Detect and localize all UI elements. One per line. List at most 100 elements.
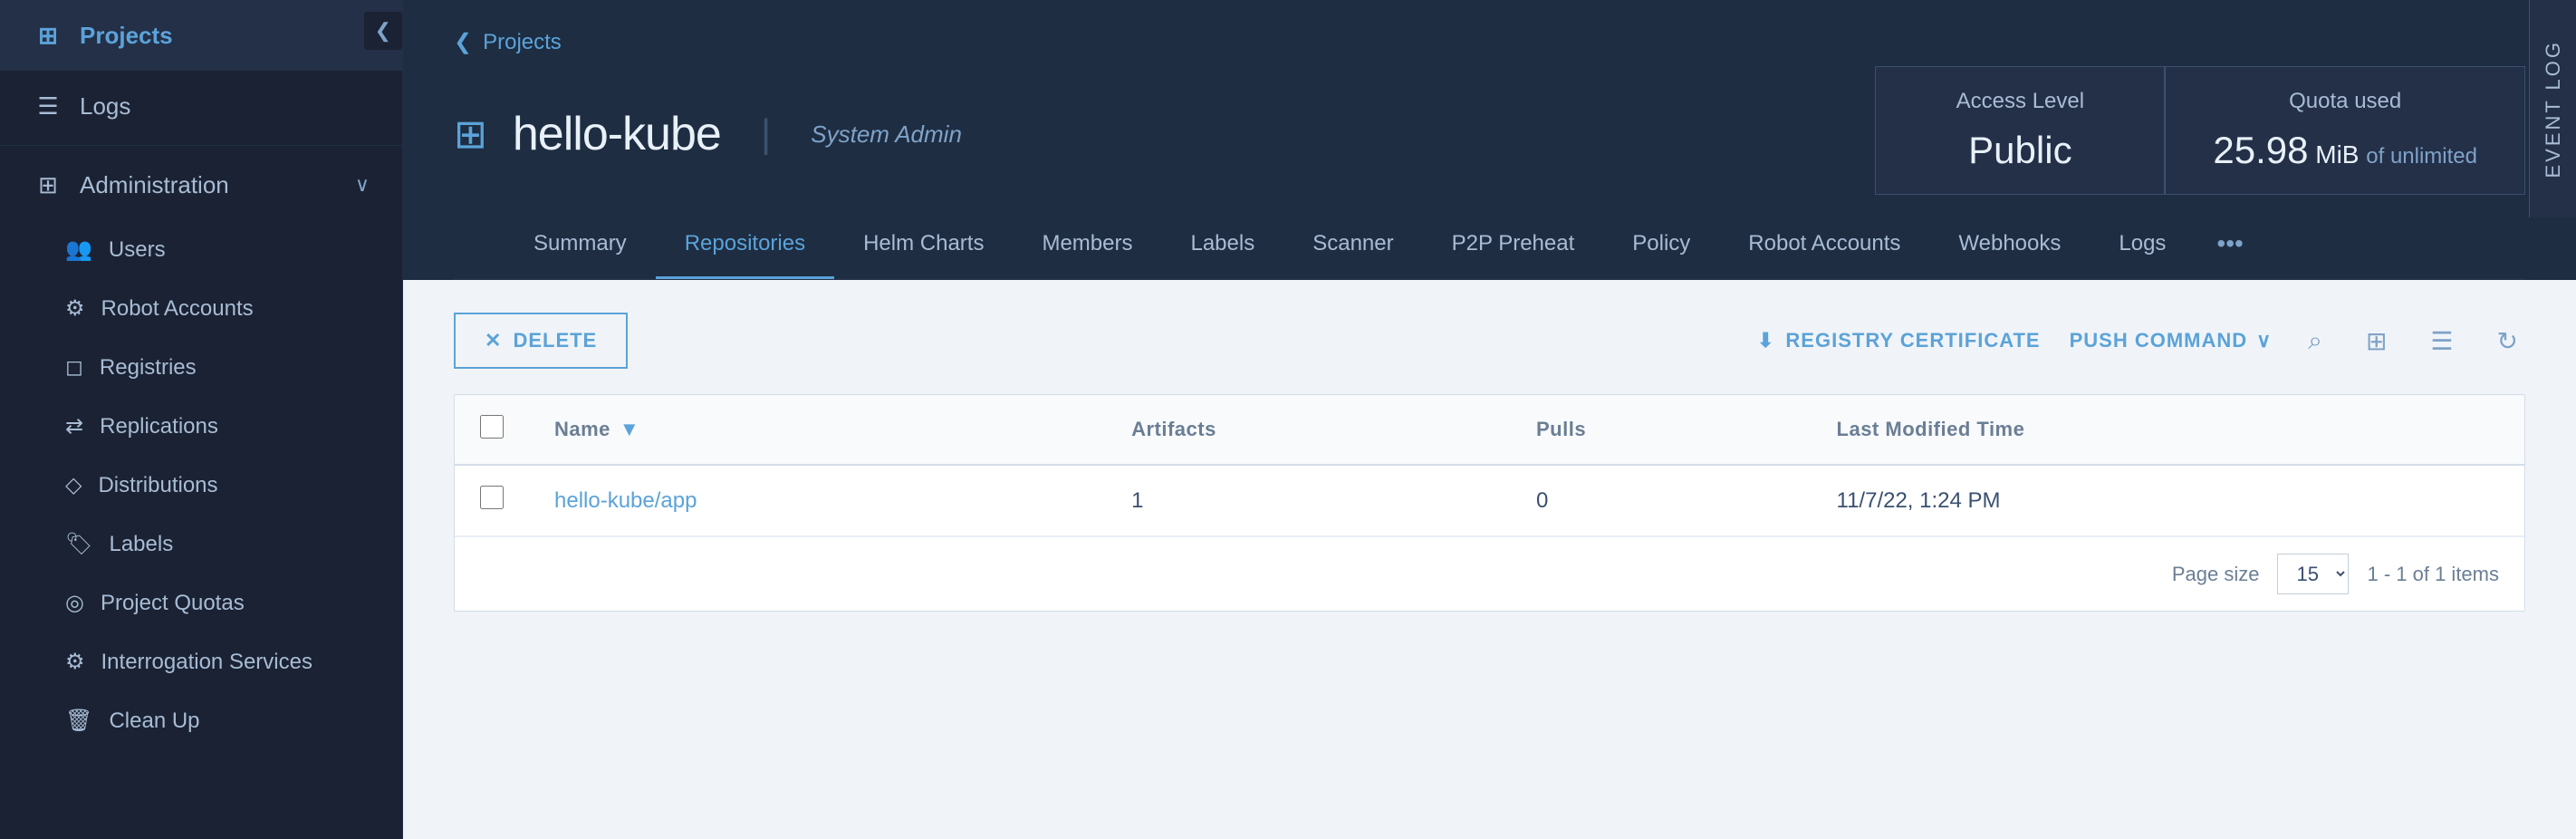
table-body: hello-kube/app 1 0 11/7/22, 1:24 PM: [455, 465, 2524, 536]
sidebar-item-project-quotas[interactable]: ◎ Project Quotas: [0, 574, 402, 632]
sidebar-divider: [0, 145, 402, 146]
tabs-row: Summary Repositories Helm Charts Members…: [454, 209, 2525, 280]
sidebar-item-projects[interactable]: ⊞ Projects: [0, 0, 402, 71]
sidebar-sub-item-label: Distributions: [98, 473, 217, 498]
row-pulls: 0: [1511, 465, 1812, 536]
labels-icon: 🏷: [65, 531, 92, 557]
sidebar-sub-item-label: Replications: [100, 414, 218, 439]
tabs-more-button[interactable]: •••: [2195, 209, 2264, 278]
pagination: Page size 15 25 50 1 - 1 of 1 items: [455, 536, 2524, 611]
sidebar-item-distributions[interactable]: ◇ Distributions: [0, 456, 402, 515]
cleanup-icon: 🗑: [65, 708, 92, 734]
breadcrumb: ❮ Projects: [454, 29, 2525, 55]
page-info: 1 - 1 of 1 items: [2367, 563, 2499, 586]
sidebar-item-cleanup[interactable]: 🗑 Clean Up: [0, 691, 402, 750]
search-icon: ⌕: [2308, 326, 2322, 354]
tab-members[interactable]: Members: [1013, 211, 1161, 279]
page-size-label: Page size: [2172, 563, 2260, 586]
tab-webhooks[interactable]: Webhooks: [1929, 211, 2090, 279]
access-level-label: Access Level: [1923, 89, 2117, 114]
project-quotas-icon: ◎: [65, 590, 84, 616]
sidebar-collapse-button[interactable]: ❮: [363, 11, 403, 51]
quota-number: 25.98: [2213, 129, 2308, 171]
sidebar-sub-item-label: Clean Up: [109, 709, 199, 734]
sidebar-item-interrogation-services[interactable]: ⚙ Interrogation Services: [0, 632, 402, 691]
row-checkbox[interactable]: [480, 486, 504, 509]
replications-icon: ⇄: [65, 413, 83, 439]
table-col-name: Name ▼: [529, 395, 1106, 465]
tab-labels[interactable]: Labels: [1161, 211, 1283, 279]
tab-policy[interactable]: Policy: [1603, 211, 1719, 279]
sidebar: ❮ ⊞ Projects ☰ Logs ⊞ Administration ∨ 👥…: [0, 0, 403, 839]
tab-repositories[interactable]: Repositories: [656, 211, 834, 279]
table-header-checkbox: [455, 395, 529, 465]
sidebar-item-administration[interactable]: ⊞ Administration ∨: [0, 149, 402, 220]
push-command-button[interactable]: PUSH COMMAND ∨: [2070, 329, 2273, 352]
quota-label: Quota used: [2213, 89, 2477, 114]
tab-robot-accounts[interactable]: Robot Accounts: [1719, 211, 1929, 279]
project-role: System Admin: [811, 121, 962, 149]
projects-icon: ⊞: [33, 20, 63, 51]
table-row: hello-kube/app 1 0 11/7/22, 1:24 PM: [455, 465, 2524, 536]
page-size-select[interactable]: 15 25 50: [2277, 554, 2349, 594]
interrogation-icon: ⚙: [65, 649, 85, 675]
event-log-label: EVENT LOG: [2542, 40, 2565, 178]
quota-limit: of unlimited: [2366, 144, 2477, 169]
access-level-card: Access Level Public: [1875, 66, 2165, 195]
distributions-icon: ◇: [65, 472, 82, 498]
row-name[interactable]: hello-kube/app: [529, 465, 1106, 536]
sidebar-sub-item-label: Registries: [100, 355, 197, 381]
table: Name ▼ Artifacts Pulls Last Modified Tim…: [455, 395, 2524, 536]
users-icon: 👥: [65, 236, 92, 263]
tab-summary[interactable]: Summary: [505, 211, 656, 279]
sidebar-item-robot-accounts[interactable]: ⚙ Robot Accounts: [0, 279, 402, 338]
select-all-checkbox[interactable]: [480, 415, 504, 439]
delete-label: DELETE: [513, 329, 597, 352]
table-col-pulls: Pulls: [1511, 395, 1812, 465]
refresh-button[interactable]: ↻: [2490, 319, 2525, 363]
sidebar-sub-item-label: Users: [109, 237, 166, 263]
event-log-tab[interactable]: EVENT LOG: [2529, 0, 2576, 217]
tab-scanner[interactable]: Scanner: [1283, 211, 1422, 279]
refresh-icon: ↻: [2497, 327, 2518, 355]
sidebar-item-users[interactable]: 👥 Users: [0, 220, 402, 279]
push-command-label: PUSH COMMAND: [2070, 329, 2248, 352]
sidebar-sub-item-label: Robot Accounts: [101, 296, 254, 322]
content-area: ✕ DELETE ⬇ REGISTRY CERTIFICATE PUSH COM…: [403, 280, 2576, 839]
administration-chevron-icon: ∨: [355, 173, 370, 197]
project-name: hello-kube: [513, 107, 721, 161]
quota-value: 25.98 MiB of unlimited: [2213, 129, 2477, 172]
breadcrumb-link[interactable]: Projects: [483, 30, 562, 55]
robot-accounts-icon: ⚙: [65, 295, 85, 322]
push-command-chevron-icon: ∨: [2256, 329, 2272, 352]
tab-logs[interactable]: Logs: [2090, 211, 2195, 279]
project-separator: |: [761, 111, 771, 157]
sidebar-item-registries[interactable]: ◻ Registries: [0, 338, 402, 397]
table-col-last-modified: Last Modified Time: [1812, 395, 2524, 465]
view-grid-button[interactable]: ⊞: [2359, 319, 2394, 363]
sidebar-sub-item-label: Labels: [109, 532, 173, 557]
search-button[interactable]: ⌕: [2301, 319, 2330, 363]
sidebar-item-logs[interactable]: ☰ Logs: [0, 71, 402, 141]
administration-icon: ⊞: [33, 169, 63, 200]
download-icon: ⬇: [1757, 329, 1774, 352]
sidebar-item-replications[interactable]: ⇄ Replications: [0, 397, 402, 456]
view-list-button[interactable]: ☰: [2423, 319, 2460, 363]
breadcrumb-arrow-icon: ❮: [454, 29, 472, 55]
header-cards: Access Level Public Quota used 25.98 MiB…: [1875, 66, 2525, 195]
delete-button[interactable]: ✕ DELETE: [454, 313, 628, 369]
sidebar-item-label: Projects: [80, 22, 370, 50]
quota-card: Quota used 25.98 MiB of unlimited: [2165, 66, 2525, 195]
tab-helm-charts[interactable]: Helm Charts: [834, 211, 1013, 279]
view-list-icon: ☰: [2430, 327, 2453, 355]
tab-p2p-preheat[interactable]: P2P Preheat: [1423, 211, 1604, 279]
project-header: ❮ Projects ⊞ hello-kube | System Admin A…: [403, 0, 2576, 280]
registry-certificate-button[interactable]: ⬇ REGISTRY CERTIFICATE: [1757, 329, 2041, 352]
registry-cert-label: REGISTRY CERTIFICATE: [1785, 329, 2040, 352]
sidebar-item-labels[interactable]: 🏷 Labels: [0, 515, 402, 574]
row-checkbox-cell: [455, 465, 529, 536]
delete-icon: ✕: [485, 329, 502, 352]
sidebar-item-label: Administration: [80, 171, 339, 199]
filter-icon[interactable]: ▼: [620, 418, 639, 441]
project-type-icon: ⊞: [454, 111, 487, 158]
